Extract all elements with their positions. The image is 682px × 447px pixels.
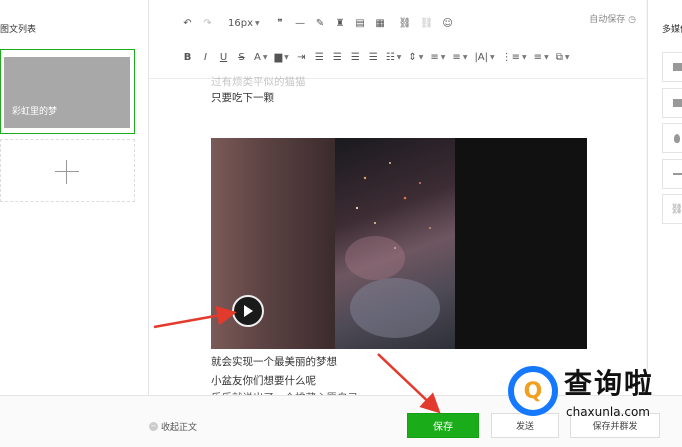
table-icon[interactable]: ▦ xyxy=(375,16,386,30)
text-line: 小盆友你们想要什么呢 xyxy=(211,375,316,387)
undo-icon[interactable]: ↶ xyxy=(182,16,193,30)
more-icon[interactable]: ⧉ ▼ xyxy=(556,50,570,64)
watermark-text: 查询啦 xyxy=(564,367,655,400)
emoji-icon[interactable]: ☺ xyxy=(442,16,453,30)
clock-icon: ◷ xyxy=(628,15,636,25)
font-size-select[interactable]: 16px ▼ xyxy=(228,16,260,30)
italic-icon[interactable]: I xyxy=(200,50,211,64)
chevron-down-icon: ▼ xyxy=(284,53,289,61)
font-size-value: 16px xyxy=(228,17,253,29)
collapse-content-button[interactable]: − 收起正文 xyxy=(149,420,197,433)
spacing-after-icon[interactable]: ≡ ▼ xyxy=(452,50,467,64)
chevron-down-icon: ▼ xyxy=(262,53,268,61)
chevron-down-icon: ▼ xyxy=(564,53,570,61)
redo-icon[interactable]: ↷ xyxy=(202,16,213,30)
font-color-icon[interactable]: A ▼ xyxy=(254,50,267,64)
bold-icon[interactable]: B xyxy=(182,50,193,64)
autosave-toggle[interactable]: 自动保存 ◷ xyxy=(589,12,636,25)
watermark-logo-icon: Q xyxy=(508,366,558,416)
bullet-list-icon[interactable]: ⋮≡ ▼ xyxy=(502,50,527,64)
toolbar-row-1: ↶ ↷ 16px ▼ ❞ — ✎ ♜ ▤ ▦ ⛓ ⛓ ☺ xyxy=(182,15,453,31)
editor-toolbar: ↶ ↷ 16px ▼ ❞ — ✎ ♜ ▤ ▦ ⛓ ⛓ ☺ 自动保存 ◷ B I U… xyxy=(149,0,646,79)
format-painter-icon[interactable]: ✎ xyxy=(315,16,326,30)
plus-icon-vertical xyxy=(66,160,67,184)
smoke-texture xyxy=(345,162,440,338)
letter-spacing-icon[interactable]: |A| ▼ xyxy=(474,50,494,64)
horizontal-rule-icon[interactable]: — xyxy=(295,16,306,30)
indent-icon[interactable]: ⇥ xyxy=(296,50,307,64)
text-line: 就会实现一个最美丽的梦想 xyxy=(211,356,337,368)
chevron-down-icon: ▼ xyxy=(418,53,424,61)
template-icon[interactable]: ▤ xyxy=(355,16,366,30)
chevron-down-icon: ▼ xyxy=(544,53,549,61)
underline-icon[interactable]: U xyxy=(218,50,229,64)
quote-icon[interactable]: ❞ xyxy=(275,16,286,30)
chevron-down-icon: ▼ xyxy=(255,19,260,27)
numbered-list-icon[interactable]: ≡ ▼ xyxy=(534,50,549,64)
align-justify-icon[interactable]: ☰ xyxy=(368,50,379,64)
add-article-button[interactable] xyxy=(0,139,135,202)
text-line: 只要吃下一颗 xyxy=(211,92,274,104)
autosave-label: 自动保存 xyxy=(589,15,626,25)
insert-image-button[interactable] xyxy=(662,52,682,82)
video-frame-middle xyxy=(335,138,455,349)
plus-icon xyxy=(55,171,79,172)
spacing-before-icon[interactable]: ≡ ▼ xyxy=(430,50,445,64)
video-icon xyxy=(672,99,682,107)
chevron-down-icon: ▼ xyxy=(440,53,446,61)
strikethrough-icon[interactable]: S xyxy=(236,50,247,64)
unlink-icon[interactable]: ⛓ xyxy=(420,16,433,30)
background-color-icon[interactable]: ▆ ▼ xyxy=(274,50,288,64)
video-frame-left xyxy=(211,138,335,349)
video-embed[interactable] xyxy=(211,138,587,349)
image-icon xyxy=(672,63,682,71)
insert-link-button[interactable]: ⛓ xyxy=(662,194,682,224)
insert-video-button[interactable] xyxy=(662,88,682,118)
divider-icon xyxy=(672,173,682,175)
align-center-icon[interactable]: ☰ xyxy=(332,50,343,64)
video-play-button[interactable] xyxy=(232,295,264,327)
text-line-partial: 过有烦类平似的猫猫 xyxy=(211,76,306,88)
microphone-icon xyxy=(674,133,680,143)
watermark: Q 查询啦 chaxunla.com xyxy=(504,362,669,424)
insert-audio-button[interactable] xyxy=(662,123,682,153)
chevron-down-icon: ▼ xyxy=(490,53,495,61)
align-left-icon[interactable]: ☰ xyxy=(314,50,325,64)
watermark-logo-letter: Q xyxy=(523,378,543,404)
editor-panel: ↶ ↷ 16px ▼ ❞ — ✎ ♜ ▤ ▦ ⛓ ⛓ ☺ 自动保存 ◷ B I U… xyxy=(149,0,646,404)
link-icon[interactable]: ⛓ xyxy=(399,16,412,30)
paragraph-spacing-icon[interactable]: ☷ ▼ xyxy=(386,50,402,64)
link-icon: ⛓ xyxy=(670,203,682,215)
toolbar-row-2: B I U S A ▼ ▆ ▼ ⇥ ☰ ☰ ☰ ☰ ☷ ▼ ⇕ ▼ ≡ ▼ ≡ ▼ |A| ▼… xyxy=(182,49,570,65)
article-list-panel: 图文列表 彩虹里的梦 xyxy=(0,0,149,395)
clear-format-icon[interactable]: ♜ xyxy=(335,16,346,30)
collapse-icon: − xyxy=(149,422,158,431)
article-card[interactable] xyxy=(0,49,135,134)
article-list-title: 图文列表 xyxy=(0,25,37,35)
insert-divider-button[interactable] xyxy=(662,159,682,189)
align-right-icon[interactable]: ☰ xyxy=(350,50,361,64)
video-frame-right xyxy=(455,138,587,349)
multimedia-panel: 多媒体 ⛓ xyxy=(647,0,682,395)
watermark-url: chaxunla.com xyxy=(566,405,650,419)
collapse-label: 收起正文 xyxy=(161,423,198,433)
line-height-icon[interactable]: ⇕ ▼ xyxy=(408,50,423,64)
chevron-down-icon: ▼ xyxy=(396,53,402,61)
play-icon xyxy=(244,305,253,317)
save-button[interactable]: 保存 xyxy=(407,413,479,438)
chevron-down-icon: ▼ xyxy=(522,53,527,61)
article-card-title: 彩虹里的梦 xyxy=(12,107,58,117)
article-thumbnail xyxy=(4,57,130,128)
multimedia-title: 多媒体 xyxy=(662,25,682,35)
chevron-down-icon: ▼ xyxy=(462,53,468,61)
